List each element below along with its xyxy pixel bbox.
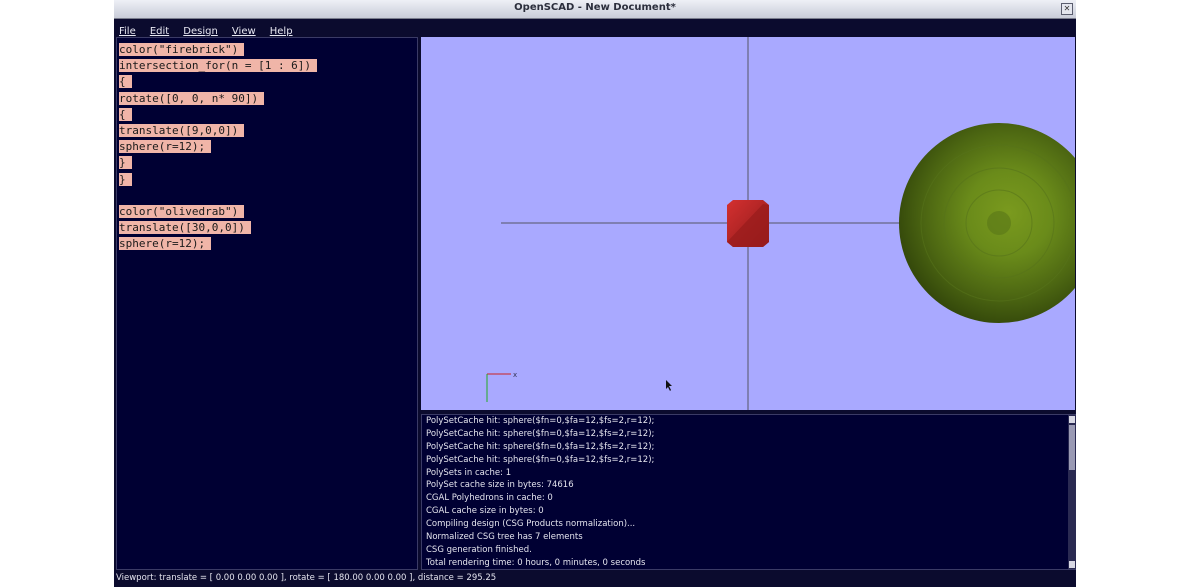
console-line: PolySetCache hit: sphere($fn=0,$fa=12,$f… <box>426 441 655 452</box>
3d-viewport[interactable]: x <box>421 37 1075 410</box>
viewport-scene: x <box>486 37 1075 410</box>
console-line: CGAL cache size in bytes: 0 <box>426 506 544 517</box>
code-text: translate([30,0,0]) <box>119 221 251 235</box>
scroll-thumb[interactable] <box>1069 425 1075 470</box>
menu-bar: File Edit Design View Help <box>114 19 1076 37</box>
menu-help[interactable]: Help <box>265 24 297 37</box>
scroll-up-icon[interactable] <box>1069 416 1075 423</box>
code-line: sphere(r=12); <box>119 139 317 155</box>
console-panel: PolySetCache hit: sphere($fn=0,$fa=12,$f… <box>421 414 1076 570</box>
code-text: sphere(r=12); <box>119 237 212 251</box>
console-line: PolySet cache size in bytes: 74616 <box>426 480 574 491</box>
code-line: intersection_for(n = [1 : 6]) <box>119 58 318 74</box>
code-line: { <box>119 74 317 90</box>
code-text: color("firebrick") <box>119 43 245 56</box>
code-line: color("firebrick") <box>119 42 317 58</box>
axis-indicator: x <box>486 371 517 402</box>
code-line: translate([9,0,0]) <box>119 123 317 139</box>
code-text: } <box>119 172 132 186</box>
console-line: Compiling design (CSG Products normaliza… <box>426 519 636 530</box>
code-text: translate([9,0,0]) <box>119 123 245 137</box>
window-title: OpenSCAD - New Document* <box>514 2 676 13</box>
console-line: CGAL Polyhedrons in cache: 0 <box>426 493 553 504</box>
console-line: PolySetCache hit: sphere($fn=0,$fa=12,$f… <box>426 454 655 465</box>
code-text: color("olivedrab") <box>119 204 245 218</box>
code-text: sphere(r=12); <box>119 140 212 154</box>
code-text: { <box>119 75 132 89</box>
code-line: color("olivedrab") <box>119 204 317 220</box>
console-output: PolySetCache hit: sphere($fn=0,$fa=12,$f… <box>426 415 655 569</box>
code-text: rotate([0, 0, n* 90]) <box>119 91 265 105</box>
code-line: } <box>119 155 317 171</box>
menu-view[interactable]: View <box>227 24 260 37</box>
code-text: intersection_for(n = [1 : 6]) <box>119 59 318 73</box>
code-lines: color("firebrick") intersection_for(n = [… <box>119 42 318 252</box>
console-line: Normalized CSG tree has 7 elements <box>426 532 583 543</box>
code-line: { <box>119 107 317 123</box>
menu-design[interactable]: Design <box>178 24 222 37</box>
code-line: } <box>119 172 317 188</box>
firebrick-intersection <box>727 200 769 247</box>
console-line: PolySetCache hit: sphere($fn=0,$fa=12,$f… <box>426 428 655 439</box>
olivedrab-sphere <box>899 123 1075 323</box>
code-line <box>119 188 317 204</box>
openscad-window: OpenSCAD - New Document* ✕ File Edit Des… <box>114 0 1076 587</box>
menu-edit[interactable]: Edit <box>145 24 173 37</box>
console-line: PolySets in cache: 1 <box>426 467 512 478</box>
console-scrollbar[interactable] <box>1068 415 1076 569</box>
mouse-cursor-icon <box>666 380 672 391</box>
code-line: rotate([0, 0, n* 90]) <box>119 91 317 107</box>
console-line: Total rendering time: 0 hours, 0 minutes… <box>426 557 646 568</box>
code-line: translate([30,0,0]) <box>119 220 317 236</box>
close-button[interactable]: ✕ <box>1061 3 1073 15</box>
status-bar: Viewport: translate = [ 0.00 0.00 0.00 ]… <box>114 570 1076 587</box>
code-text: } <box>119 156 132 170</box>
viewport-status: Viewport: translate = [ 0.00 0.00 0.00 ]… <box>116 573 497 583</box>
close-icon: ✕ <box>1063 4 1071 13</box>
code-text: { <box>119 107 132 121</box>
menu-file[interactable]: File <box>114 24 140 37</box>
console-line: CSG generation finished. <box>426 544 532 555</box>
title-bar: OpenSCAD - New Document* ✕ <box>114 0 1076 19</box>
scroll-down-icon[interactable] <box>1069 561 1075 568</box>
axis-x-label: x <box>513 371 517 379</box>
code-line: sphere(r=12); <box>119 236 317 252</box>
console-line: PolySetCache hit: sphere($fn=0,$fa=12,$f… <box>426 416 655 426</box>
code-editor[interactable]: color("firebrick") intersection_for(n = [… <box>116 37 418 570</box>
